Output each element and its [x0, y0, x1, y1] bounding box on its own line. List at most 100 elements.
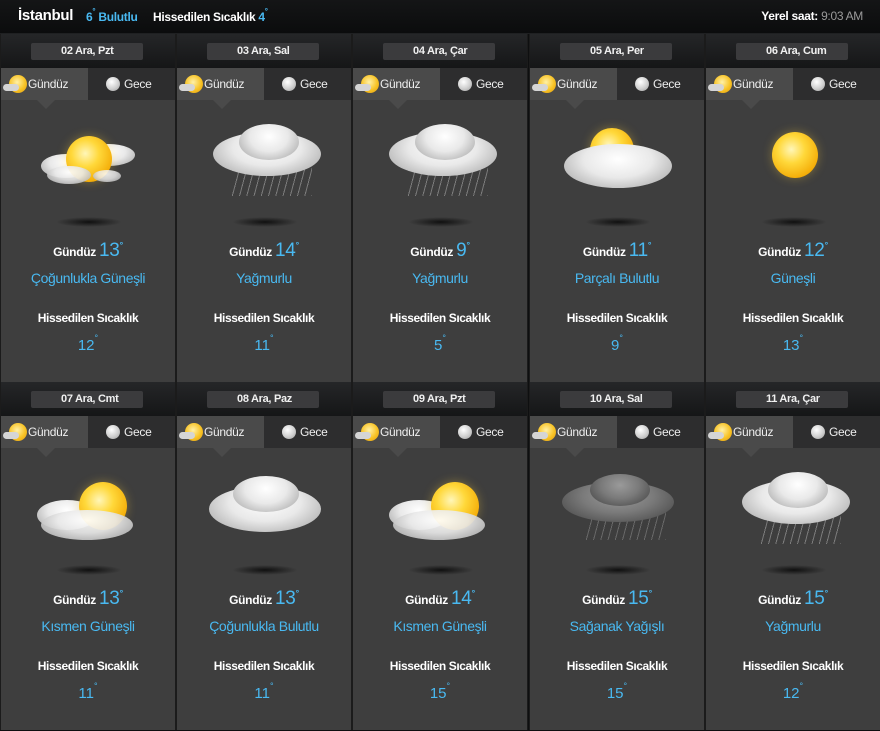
- tab-day[interactable]: Gündüz: [530, 68, 617, 100]
- condition-text: Kısmen Güneşli: [393, 618, 487, 634]
- tab-day[interactable]: Gündüz: [530, 416, 617, 448]
- day-temperature: Gündüz 14°: [405, 588, 475, 609]
- feels-like-value: 11°: [254, 333, 274, 354]
- tab-day[interactable]: Gündüz: [353, 416, 440, 448]
- day-night-tabs: Gündüz Gece: [530, 68, 704, 100]
- feels-like-label: Hissedilen Sıcaklık: [742, 659, 844, 673]
- storm-cloud-icon: [530, 458, 704, 578]
- forecast-card: 05 Ara, Per Gündüz Gece Gündüz 11° Parça…: [529, 34, 705, 382]
- day-temperature: Gündüz 12°: [758, 240, 828, 261]
- tab-pointer: [742, 100, 760, 109]
- feels-like-label: Hissedilen Sıcaklık: [213, 659, 315, 673]
- forecast-card: 11 Ara, Çar Gündüz Gece Gündüz 15° Yağmu…: [705, 382, 880, 730]
- sun-icon: [532, 75, 556, 93]
- date-header: 05 Ara, Per: [530, 34, 704, 68]
- feels-like-label: Hissedilen Sıcaklık: [37, 311, 139, 325]
- icon-shadow: [232, 565, 298, 575]
- date-header: 03 Ara, Sal: [177, 34, 351, 68]
- date-label: 04 Ara, Çar: [383, 43, 495, 60]
- date-label: 03 Ara, Sal: [207, 43, 319, 60]
- forecast-card: 09 Ara, Pzt Gündüz Gece Gündüz 14° Kısme…: [352, 382, 528, 730]
- feels-like-value: 11°: [254, 681, 274, 702]
- tab-pointer: [37, 448, 55, 457]
- tab-night[interactable]: Gece: [440, 68, 527, 100]
- moon-icon: [811, 425, 825, 439]
- tab-night[interactable]: Gece: [440, 416, 527, 448]
- tab-day[interactable]: Gündüz: [706, 416, 793, 448]
- day-night-tabs: Gündüz Gece: [353, 68, 527, 100]
- tab-night[interactable]: Gece: [88, 68, 175, 100]
- feels-like-value: 13°: [782, 333, 804, 354]
- cloud-icon: [177, 458, 351, 578]
- icon-shadow: [408, 565, 474, 575]
- sun-icon: [708, 423, 732, 441]
- sun-icon: [179, 75, 203, 93]
- tab-night[interactable]: Gece: [88, 416, 175, 448]
- moon-icon: [458, 425, 472, 439]
- date-header: 04 Ara, Çar: [353, 34, 527, 68]
- tab-night[interactable]: Gece: [793, 68, 880, 100]
- current-condition: 6° Bulutlu: [86, 7, 138, 24]
- moon-icon: [811, 77, 825, 91]
- date-header: 09 Ara, Pzt: [353, 382, 527, 416]
- feels-like-value: 12°: [782, 681, 804, 702]
- tab-pointer: [389, 448, 407, 457]
- tab-day[interactable]: Gündüz: [1, 416, 88, 448]
- date-label: 10 Ara, Sal: [560, 391, 672, 408]
- feels-like-label: Hissedilen Sıcaklık: [742, 311, 844, 325]
- forecast-card: 06 Ara, Cum Gündüz Gece Gündüz 12° Güneş…: [705, 34, 880, 382]
- sun-icon: [706, 110, 880, 230]
- icon-shadow: [585, 217, 651, 227]
- moon-icon: [282, 425, 296, 439]
- sun-icon: [355, 423, 379, 441]
- condition-text: Parçalı Bulutlu: [574, 270, 660, 286]
- tab-pointer: [566, 100, 584, 109]
- tab-pointer: [389, 100, 407, 109]
- tab-night[interactable]: Gece: [264, 416, 351, 448]
- tab-night[interactable]: Gece: [793, 416, 880, 448]
- day-night-tabs: Gündüz Gece: [1, 416, 175, 448]
- rain-cloud-icon: [353, 110, 527, 230]
- tab-day[interactable]: Gündüz: [1, 68, 88, 100]
- rain-cloud-icon: [177, 110, 351, 230]
- moon-icon: [282, 77, 296, 91]
- top-bar: İstanbul 6° Bulutlu Hissedilen Sıcaklık …: [0, 0, 880, 34]
- tab-day[interactable]: Gündüz: [706, 68, 793, 100]
- sun-icon: [355, 75, 379, 93]
- icon-shadow: [56, 217, 122, 227]
- moon-icon: [106, 425, 120, 439]
- condition-text: Yağmurlu: [765, 618, 821, 634]
- forecast-card: 07 Ara, Cmt Gündüz Gece Gündüz 13° Kısme…: [0, 382, 176, 730]
- date-header: 07 Ara, Cmt: [1, 382, 175, 416]
- rain-cloud-icon: [706, 458, 880, 578]
- icon-shadow: [761, 217, 827, 227]
- date-label: 06 Ara, Cum: [736, 43, 848, 60]
- day-night-tabs: Gündüz Gece: [706, 68, 880, 100]
- tab-pointer: [566, 448, 584, 457]
- condition-text: Sağanak Yağışlı: [569, 618, 665, 634]
- day-night-tabs: Gündüz Gece: [353, 416, 527, 448]
- moon-icon: [635, 77, 649, 91]
- feels-like-label: Hissedilen Sıcaklık: [37, 659, 139, 673]
- icon-shadow: [408, 217, 474, 227]
- tab-day[interactable]: Gündüz: [177, 416, 264, 448]
- city-name[interactable]: İstanbul: [18, 7, 73, 24]
- date-header: 11 Ara, Çar: [706, 382, 880, 416]
- date-label: 05 Ara, Per: [560, 43, 672, 60]
- icon-shadow: [232, 217, 298, 227]
- date-label: 07 Ara, Cmt: [31, 391, 143, 408]
- tab-night[interactable]: Gece: [264, 68, 351, 100]
- local-time: Yerel saat: 9:03 AM: [761, 9, 863, 23]
- tab-night[interactable]: Gece: [617, 416, 704, 448]
- tab-night[interactable]: Gece: [617, 68, 704, 100]
- tab-pointer: [213, 100, 231, 109]
- tab-day[interactable]: Gündüz: [353, 68, 440, 100]
- forecast-card: 03 Ara, Sal Gündüz Gece Gündüz 14° Yağmu…: [176, 34, 352, 382]
- day-temperature: Gündüz 14°: [229, 240, 299, 261]
- sun-with-small-clouds-icon: [1, 110, 175, 230]
- feels-like-value: 9°: [611, 333, 623, 354]
- tab-pointer: [742, 448, 760, 457]
- condition-text: Çoğunlukla Güneşli: [30, 270, 146, 286]
- tab-day[interactable]: Gündüz: [177, 68, 264, 100]
- sun-icon: [708, 75, 732, 93]
